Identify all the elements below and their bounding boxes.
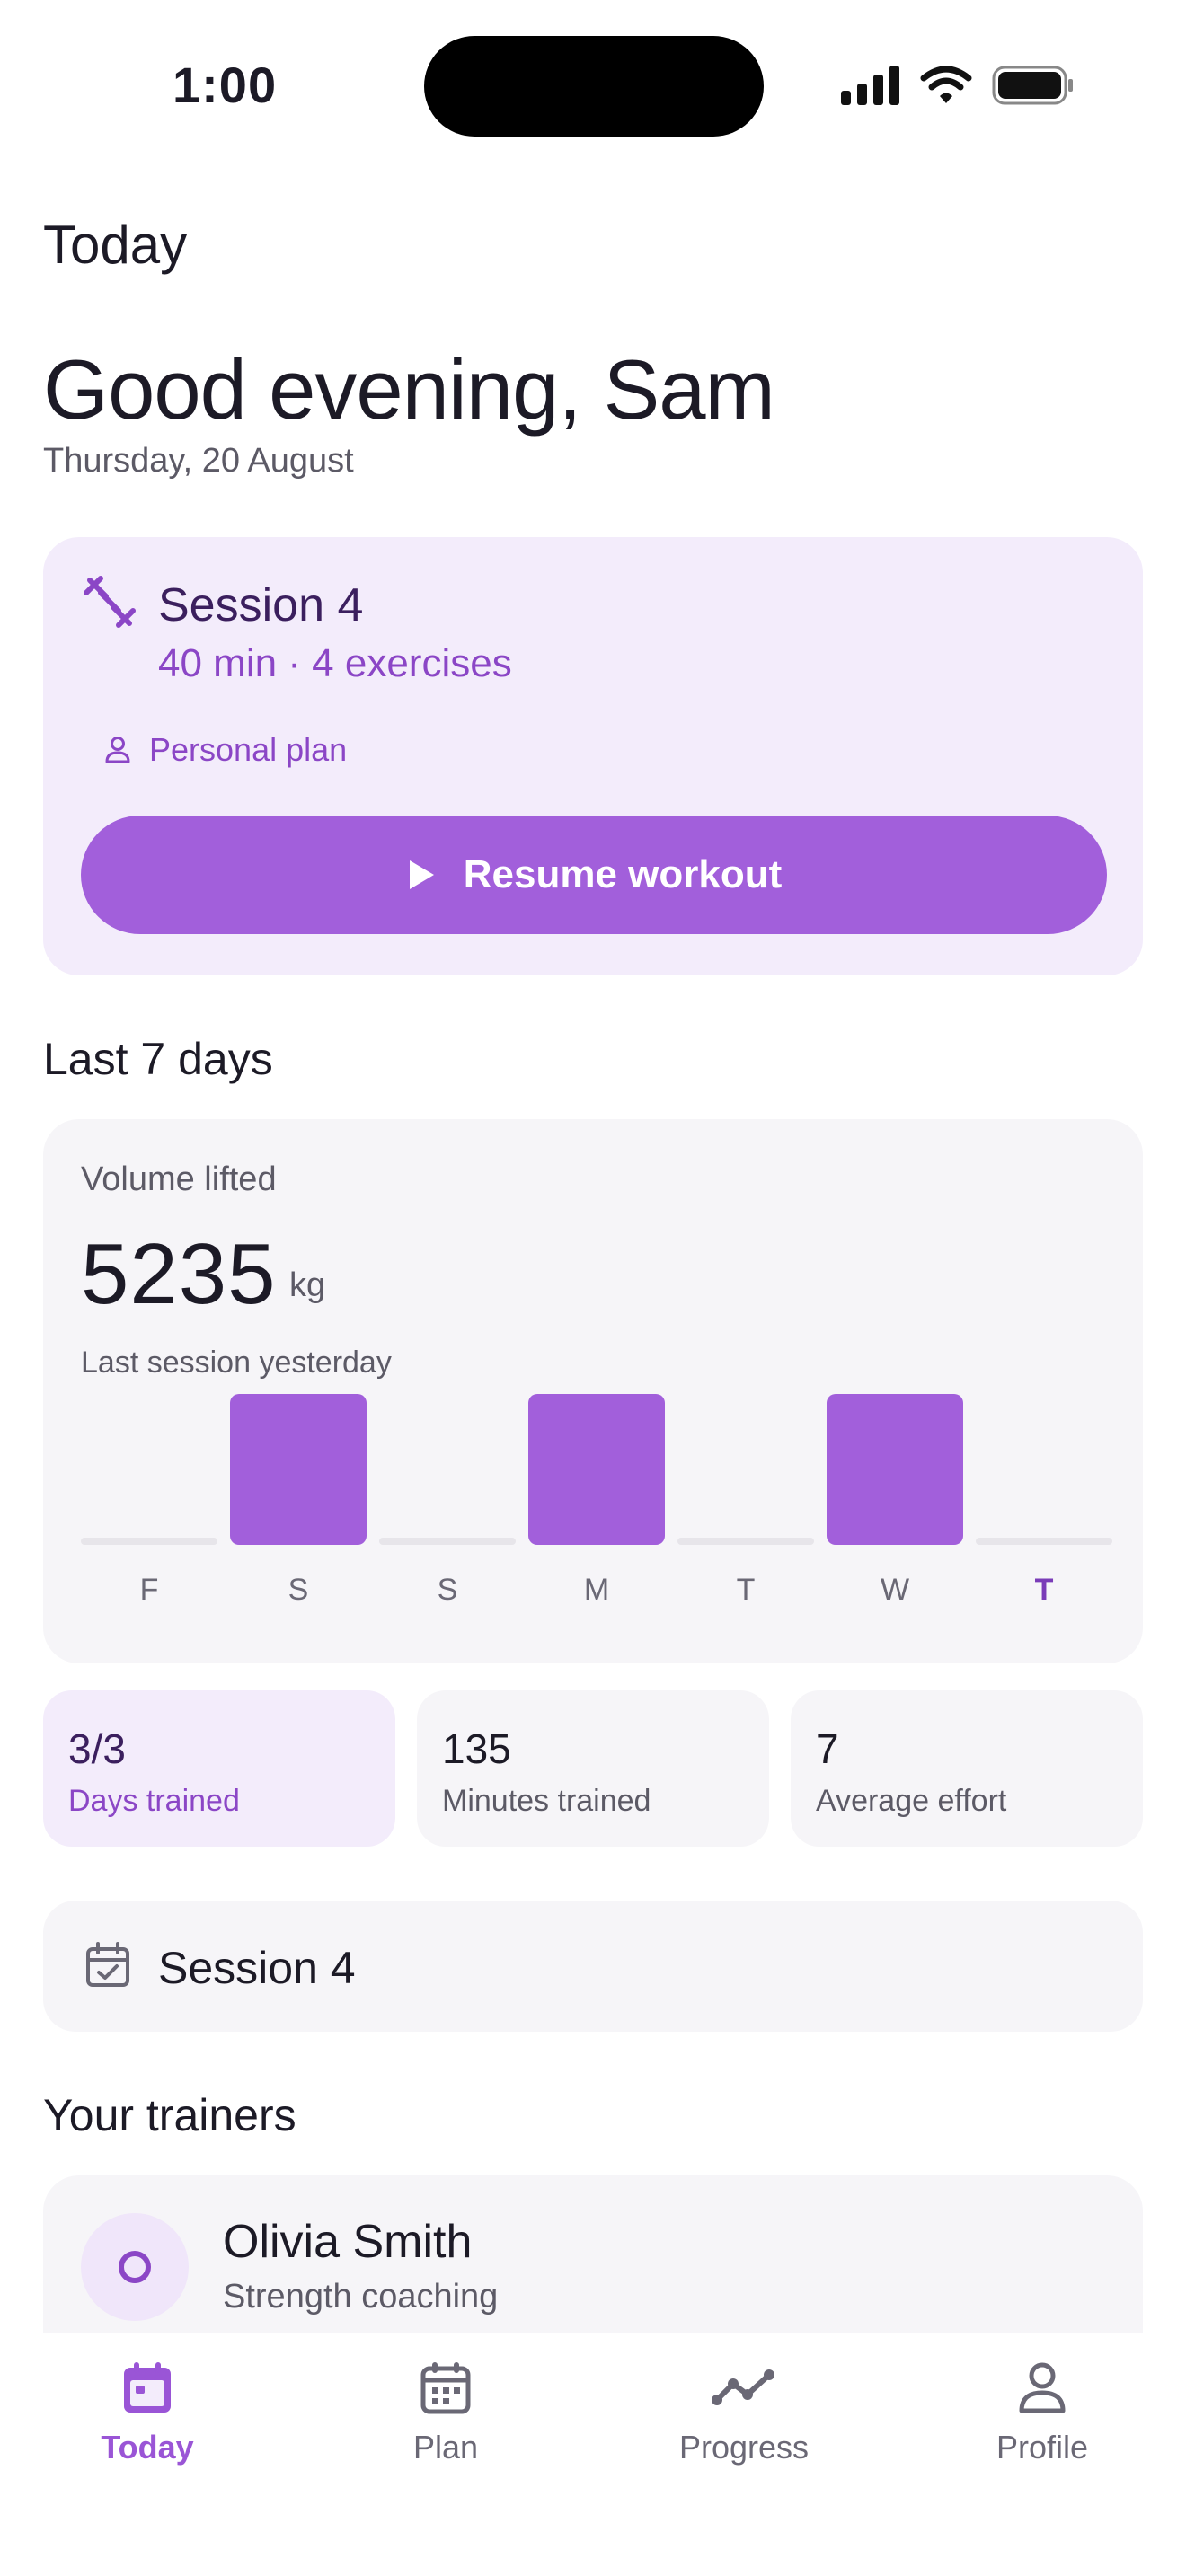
session-meta: 40 min · 4 exercises (158, 641, 512, 685)
tab-bar: Today Plan Progress Profile (0, 2333, 1186, 2576)
stat-value: 135 (442, 1725, 511, 1772)
chart-bar (677, 1538, 814, 1545)
chart-column: S (379, 1416, 516, 1631)
volume-card: Volume lifted 5235 kg Last session yeste… (43, 1119, 1143, 1663)
plan-tag: Personal plan (102, 731, 347, 769)
chart-day-label: T (1034, 1573, 1054, 1607)
calendar-check-icon (86, 1942, 129, 1987)
wifi-icon (920, 66, 972, 103)
greeting: Good evening, Sam (43, 342, 775, 437)
chart-column: S (230, 1394, 367, 1631)
current-date: Thursday, 20 August (43, 442, 354, 480)
last-session-text: Last session yesterday (81, 1345, 392, 1380)
chart-day-label: T (736, 1573, 756, 1607)
dumbbell-icon (84, 576, 136, 628)
chart-bar (230, 1394, 367, 1545)
calendar-today-icon (124, 2362, 171, 2413)
page-title: Today (43, 215, 188, 275)
volume-unit: kg (289, 1266, 326, 1304)
chart-day-label: W (880, 1573, 910, 1607)
resume-workout-button[interactable]: Resume workout (81, 816, 1107, 934)
chart-day-label: F (139, 1573, 159, 1607)
cellular-signal-icon (841, 66, 899, 105)
session-title: Session 4 (158, 579, 364, 631)
stat-label: Average effort (816, 1784, 1007, 1818)
dynamic-island (424, 36, 764, 137)
stat-value: 3/3 (68, 1725, 126, 1772)
trainer-avatar (81, 2213, 189, 2321)
chart-bar (81, 1538, 217, 1545)
resume-workout-label: Resume workout (463, 852, 783, 896)
chart-bar (827, 1394, 963, 1545)
upcoming-session-title: Session 4 (158, 1943, 356, 1993)
tab-progress[interactable]: Progress (636, 2360, 852, 2486)
chart-bar (528, 1394, 665, 1545)
tab-today[interactable]: Today (40, 2360, 255, 2486)
status-time: 1:00 (173, 57, 278, 113)
chart-day-label: S (437, 1573, 458, 1607)
avatar-placeholder-icon (119, 2251, 151, 2283)
person-icon (1019, 2362, 1066, 2413)
tab-label: Profile (996, 2429, 1089, 2466)
status-bar: 1:00 (0, 0, 1186, 171)
person-icon (105, 737, 130, 763)
tab-label: Progress (678, 2429, 810, 2466)
weekly-volume-chart: FSSMTWT (81, 1394, 1112, 1631)
trainer-name: Olivia Smith (223, 2216, 473, 2268)
current-session-card[interactable]: Session 4 40 min · 4 exercises Personal … (43, 537, 1143, 975)
play-icon (409, 860, 434, 889)
chart-column: T (976, 1416, 1112, 1631)
trainer-role: Strength coaching (223, 2278, 499, 2316)
stat-label: Days trained (68, 1784, 240, 1818)
trend-line-icon (712, 2369, 774, 2405)
chart-column: W (827, 1394, 963, 1631)
tab-plan[interactable]: Plan (338, 2360, 553, 2486)
stat-value: 7 (816, 1725, 839, 1772)
chart-bar (379, 1538, 516, 1545)
stat-label: Minutes trained (442, 1784, 651, 1818)
stat-average-effort: 7 Average effort (791, 1690, 1143, 1847)
trainers-heading: Your trainers (43, 2090, 296, 2140)
plan-label: Personal plan (149, 731, 348, 768)
calendar-grid-icon (420, 2362, 471, 2414)
battery-icon (992, 66, 1073, 105)
tab-label: Today (101, 2429, 194, 2466)
tab-label: Plan (412, 2429, 479, 2466)
chart-column: M (528, 1394, 665, 1631)
tab-profile[interactable]: Profile (934, 2360, 1150, 2486)
chart-column: T (677, 1416, 814, 1631)
volume-value: 5235 (81, 1226, 277, 1322)
chart-day-label: S (288, 1573, 309, 1607)
stat-days-trained: 3/3 Days trained (43, 1690, 395, 1847)
upcoming-session-row[interactable]: Session 4 (43, 1901, 1143, 2032)
chart-bar (976, 1538, 1112, 1545)
chart-day-label: M (583, 1573, 610, 1607)
status-icons (841, 63, 1075, 108)
chart-column: F (81, 1416, 217, 1631)
stat-minutes-trained: 135 Minutes trained (417, 1690, 769, 1847)
volume-label: Volume lifted (81, 1160, 277, 1198)
last-7-days-heading: Last 7 days (43, 1034, 273, 1084)
